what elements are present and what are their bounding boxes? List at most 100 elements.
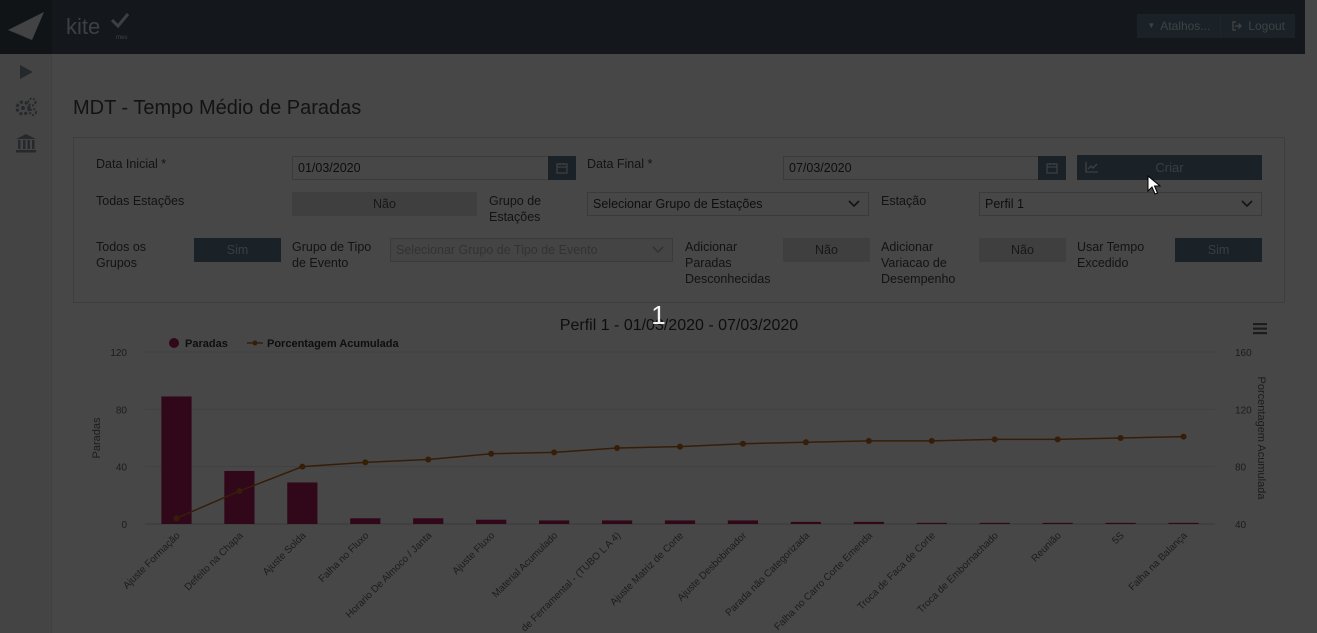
bar-series	[161, 396, 1199, 524]
line-point	[991, 436, 998, 443]
bar	[664, 520, 696, 524]
calendar-icon	[556, 163, 568, 174]
app-logo[interactable]	[0, 0, 52, 54]
add-performance-variation-toggle[interactable]: Não	[979, 238, 1066, 262]
y2-axis-title: Porcentagem Acumulada	[1255, 377, 1267, 501]
logout-label: Logout	[1248, 19, 1285, 33]
line-point	[677, 443, 683, 450]
x-tick-label: 5S	[1110, 530, 1127, 547]
end-date-calendar-button[interactable]	[1038, 156, 1066, 180]
pareto-chart: Perfil 1 - 01/03/2020 - 07/03/2020 Parad…	[91, 317, 1267, 633]
line-point	[802, 439, 809, 446]
chart-legend: Paradas Porcentagem Acumulada	[169, 338, 400, 350]
line-point	[928, 437, 935, 444]
legend-cumulative-marker	[252, 340, 258, 346]
y-tick-label: 0	[121, 520, 127, 531]
bar	[413, 518, 444, 524]
start-date-input[interactable]: 01/03/2020	[292, 156, 576, 180]
end-date-label: Data Final *	[587, 157, 653, 171]
y-tick-label: 80	[116, 405, 128, 416]
bank-icon	[16, 134, 36, 153]
all-groups-label: Todos os Grupos	[96, 240, 147, 270]
bar	[287, 482, 318, 524]
create-label: Criar	[1155, 160, 1184, 175]
mouse-cursor-icon	[1147, 175, 1161, 195]
y2-tick-label: 120	[1235, 405, 1252, 416]
x-tick-label: Defeito na Chapa	[183, 530, 246, 593]
event-type-group-label: Grupo de Tipo de Evento	[292, 240, 372, 270]
y2-tick-label: 160	[1235, 348, 1252, 359]
station-select[interactable]: Perfil 1	[979, 192, 1262, 216]
station-group-select[interactable]: Selecionar Grupo de Estações	[587, 192, 869, 216]
x-tick-label: de Ferramental - (TUBO L A 4)	[519, 530, 623, 633]
line-point	[551, 449, 558, 456]
bar	[601, 520, 633, 524]
bar	[476, 519, 507, 524]
line-point	[362, 459, 369, 466]
line-point	[173, 515, 180, 522]
event-type-group-select[interactable]: Selecionar Grupo de Tipo de Evento	[390, 238, 673, 262]
page-title: MDT - Tempo Médio de Paradas	[73, 97, 362, 119]
use-exceeded-time-toggle[interactable]: Sim	[1175, 238, 1262, 262]
sidebar-item-bank[interactable]	[0, 126, 52, 160]
x-tick-label: Material Acumulado	[490, 530, 560, 600]
bar	[1105, 522, 1136, 524]
bar	[916, 522, 947, 524]
station-value: Perfil 1	[985, 197, 1024, 211]
play-icon	[20, 65, 33, 79]
line-point	[1180, 433, 1187, 440]
station-label: Estação	[881, 194, 927, 208]
x-tick-label: Ajuste Desbobinador	[676, 530, 750, 604]
legend-cumulative-label: Porcentagem Acumulada	[267, 338, 400, 350]
line-point	[614, 445, 621, 452]
line-point	[299, 463, 306, 470]
y-tick-label: 120	[110, 348, 127, 359]
legend-paradas-marker	[169, 338, 179, 348]
use-exceeded-time-label: Usar Tempo Excedido	[1077, 240, 1145, 270]
bar	[979, 522, 1010, 524]
brand-name: kite	[66, 14, 100, 39]
top-bar: kite mes ▼ Atalhos... Logout	[0, 0, 1305, 54]
all-stations-label: Todas Estações	[96, 194, 185, 208]
all-stations-toggle[interactable]: Não	[292, 192, 477, 216]
all-groups-toggle[interactable]: Sim	[194, 238, 281, 262]
x-tick-label: Falha na Balança	[1127, 530, 1190, 593]
chart-menu-button[interactable]	[1253, 322, 1267, 335]
line-point	[236, 488, 243, 495]
chevron-down-icon	[1241, 200, 1253, 208]
legend-paradas-label: Paradas	[185, 338, 228, 350]
logout-icon	[1232, 21, 1243, 31]
create-button[interactable]: Criar	[1077, 155, 1262, 180]
bar	[1168, 522, 1199, 524]
header-actions: ▼ Atalhos... Logout	[1137, 14, 1295, 38]
logout-button[interactable]: Logout	[1220, 14, 1295, 38]
bar	[350, 518, 381, 524]
x-tick-label: Ajuste Formação	[121, 530, 183, 592]
brand-sub: mes	[116, 35, 127, 41]
start-date-calendar-button[interactable]	[548, 156, 576, 180]
logo-mark-icon	[8, 12, 44, 40]
add-unknown-stops-label: Adicionar Paradas Desconhecidas	[685, 240, 771, 286]
station-group-label: Grupo de Estações	[489, 194, 542, 224]
line-point	[1054, 436, 1061, 443]
y2-tick-label: 40	[1235, 520, 1247, 531]
sidebar-item-settings[interactable]	[0, 90, 52, 124]
brand-logo: kite mes	[66, 12, 136, 42]
x-tick-label: Reunião	[1030, 530, 1064, 564]
y-tick-label: 40	[116, 463, 128, 474]
end-date-value: 07/03/2020	[789, 161, 852, 175]
chevron-down-icon	[652, 246, 664, 254]
shortcuts-button[interactable]: ▼ Atalhos...	[1137, 14, 1220, 38]
line-point	[488, 450, 495, 457]
bar	[727, 520, 759, 524]
sidebar	[0, 54, 52, 633]
end-date-input[interactable]: 07/03/2020	[783, 156, 1066, 180]
event-type-group-placeholder: Selecionar Grupo de Tipo de Evento	[396, 243, 598, 257]
gears-icon	[15, 97, 37, 116]
x-tick-label: Ajuste Solda	[261, 530, 309, 578]
sidebar-item-play[interactable]	[0, 55, 52, 89]
y2-tick-label: 80	[1235, 463, 1247, 474]
bar	[790, 521, 821, 524]
x-tick-label: Falha no Fluxo	[317, 530, 372, 585]
add-unknown-stops-toggle[interactable]: Não	[783, 238, 870, 262]
